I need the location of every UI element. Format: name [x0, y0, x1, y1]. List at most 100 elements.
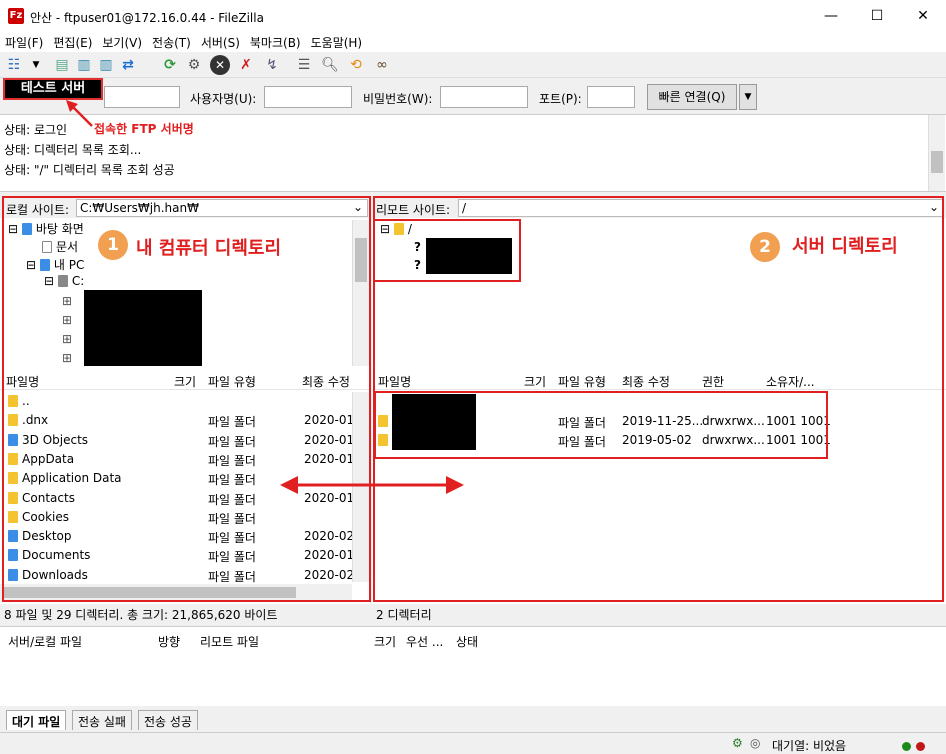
maximize-button[interactable]: ☐: [854, 0, 900, 32]
quickconnect-button[interactable]: 빠른 연결(Q): [647, 84, 737, 110]
col-filename[interactable]: 파일명: [378, 373, 411, 390]
file-type: 파일 폴더: [208, 550, 256, 565]
chevron-down-icon[interactable]: ⌄: [929, 200, 939, 214]
table-row[interactable]: Documents 파일 폴더 2020-01-: [0, 546, 358, 565]
q-col-priority[interactable]: 우선 ...: [406, 633, 443, 650]
site-manager-icon[interactable]: ☷: [4, 55, 24, 75]
menu-help[interactable]: 도움말(H): [306, 32, 368, 53]
col-type[interactable]: 파일 유형: [558, 373, 606, 390]
redacted-block: [426, 238, 512, 274]
col-permissions[interactable]: 권한: [702, 373, 724, 390]
port-input[interactable]: [587, 86, 635, 108]
file-perm: drwxrwx...: [702, 433, 765, 447]
q-col-file[interactable]: 서버/로컬 파일: [8, 633, 82, 650]
filter-icon[interactable]: ⚙: [184, 55, 204, 75]
remote-status: 2 디렉터리: [372, 604, 946, 624]
speed-limit-icon[interactable]: ◎: [750, 736, 760, 750]
file-date: 2020-01-: [304, 548, 359, 563]
local-path-input[interactable]: C:₩Users₩jh.han₩ ⌄: [76, 199, 368, 217]
col-modified[interactable]: 최종 수정: [622, 373, 670, 390]
search-icon[interactable]: 🔍︎: [320, 55, 340, 75]
menu-bookmarks[interactable]: 북마크(B): [245, 32, 306, 53]
quickconnect-dropdown-icon[interactable]: ▼: [739, 84, 757, 110]
log-line: 상태: 로그인: [4, 123, 68, 137]
tab-failed[interactable]: 전송 실패: [72, 710, 132, 730]
folder-icon: [8, 530, 18, 543]
toggle-log-icon[interactable]: ▤: [52, 55, 72, 75]
file-type: 파일 폴더: [558, 435, 606, 449]
local-tree-item[interactable]: ⊟ 내 PC: [26, 256, 84, 273]
local-tree-scrollbar[interactable]: [352, 220, 369, 366]
reconnect-icon[interactable]: ↯: [262, 55, 282, 75]
table-row[interactable]: ..: [0, 392, 352, 411]
directory-compare-icon[interactable]: ☰: [294, 55, 314, 75]
tree-expanders[interactable]: ⊞ ⊞ ⊞ ⊞: [62, 292, 72, 368]
col-size[interactable]: 크기: [524, 373, 546, 390]
computer-icon: [39, 259, 50, 271]
tab-successful[interactable]: 전송 성공: [138, 710, 198, 730]
file-name: Desktop: [8, 529, 72, 543]
col-size[interactable]: 크기: [174, 373, 196, 390]
local-hscrollbar[interactable]: [0, 584, 352, 601]
file-type: 파일 폴더: [208, 511, 256, 526]
toggle-remote-tree-icon[interactable]: ▥: [96, 55, 116, 75]
remote-path-input[interactable]: / ⌄: [458, 199, 944, 217]
table-row[interactable]: .dnx 파일 폴더 2020-01-: [0, 411, 358, 430]
table-row[interactable]: Desktop 파일 폴더 2020-02-: [0, 527, 358, 546]
upload-led-icon: [902, 742, 911, 751]
table-row[interactable]: AppData 파일 폴더 2020-01-: [0, 450, 358, 469]
menu-view[interactable]: 보기(V): [97, 32, 147, 53]
host-input[interactable]: [104, 86, 180, 108]
tab-queued[interactable]: 대기 파일: [6, 710, 67, 730]
find-icon[interactable]: ∞: [372, 55, 392, 75]
table-row[interactable]: Cookies 파일 폴더: [0, 508, 352, 527]
download-led-icon: [916, 742, 925, 751]
file-name: Application Data: [8, 471, 122, 485]
local-tree-item[interactable]: 문서: [42, 238, 78, 255]
file-date: 2020-01-: [304, 432, 359, 447]
q-col-status[interactable]: 상태: [456, 633, 478, 650]
col-modified[interactable]: 최종 수정: [302, 373, 350, 390]
col-owner[interactable]: 소유자/...: [766, 373, 815, 390]
remote-annotation: 서버 디렉토리: [792, 236, 898, 257]
file-date: 2020-02-: [304, 567, 359, 582]
q-col-remote[interactable]: 리모트 파일: [200, 633, 259, 650]
remote-pane: 리모트 사이트: / ⌄ ⊟ / ?? 2 서버 디렉토리 파일명 크기 파일 유…: [372, 198, 946, 604]
toggle-queue-icon[interactable]: ⇄: [118, 55, 138, 75]
menu-transfer[interactable]: 전송(T): [147, 32, 196, 53]
dropdown-arrow-icon[interactable]: ▼: [26, 55, 46, 75]
file-owner: 1001 1001: [766, 433, 831, 447]
col-filename[interactable]: 파일명: [6, 373, 39, 390]
cancel-icon[interactable]: ✕: [210, 55, 230, 75]
filezilla-icon: Fz: [8, 8, 24, 24]
username-input[interactable]: [264, 86, 352, 108]
unknown-folder-icon[interactable]: ??: [414, 238, 421, 274]
remote-site-label: 리모트 사이트:: [376, 203, 451, 217]
chevron-down-icon[interactable]: ⌄: [353, 200, 363, 214]
annotation-number-2: 2: [750, 232, 780, 262]
menu-file[interactable]: 파일(F): [0, 32, 48, 53]
close-button[interactable]: ✕: [900, 0, 946, 32]
menu-server[interactable]: 서버(S): [196, 32, 245, 53]
remote-tree-root[interactable]: ⊟ /: [380, 222, 412, 236]
q-col-direction[interactable]: 방향: [158, 633, 180, 650]
local-annotation: 내 컴퓨터 디렉토리: [136, 238, 282, 259]
gear-icon[interactable]: ⚙: [732, 736, 743, 750]
minimize-button[interactable]: —: [808, 0, 854, 32]
disconnect-icon[interactable]: ✗: [236, 55, 256, 75]
sync-browse-icon[interactable]: ⟲: [346, 55, 366, 75]
toggle-local-tree-icon[interactable]: ▥: [74, 55, 94, 75]
table-row[interactable]: Downloads 파일 폴더 2020-02-: [0, 566, 358, 585]
q-col-size[interactable]: 크기: [374, 633, 396, 650]
refresh-icon[interactable]: ⟳: [160, 55, 180, 75]
menu-edit[interactable]: 편집(E): [48, 32, 97, 53]
local-tree-item[interactable]: ⊟ 바탕 화면: [8, 220, 84, 237]
col-type[interactable]: 파일 유형: [208, 373, 256, 390]
log-line: 상태: 디렉터리 목록 조회...: [4, 143, 142, 157]
file-type: 파일 폴더: [208, 531, 256, 546]
file-date: 2019-05-02: [622, 433, 692, 447]
table-row[interactable]: 3D Objects 파일 폴더 2020-01-: [0, 431, 358, 450]
local-tree-item[interactable]: ⊟ C:: [44, 274, 84, 288]
password-input[interactable]: [440, 86, 528, 108]
log-scrollbar[interactable]: [928, 115, 945, 191]
